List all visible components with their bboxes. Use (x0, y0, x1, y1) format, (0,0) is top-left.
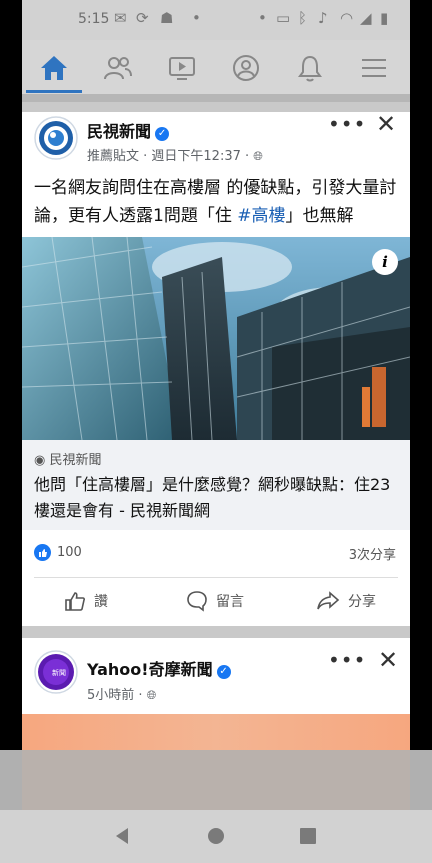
cast-icon: ▭ (276, 9, 291, 27)
divider (22, 94, 410, 102)
source-logo-icon: ◉ (34, 453, 46, 468)
profile-icon (233, 55, 259, 81)
share-count[interactable]: 3次分享 (349, 544, 396, 563)
share-label: 分享 (348, 594, 376, 610)
close-icon[interactable]: ✕ (378, 646, 398, 674)
overlay (22, 750, 410, 810)
link-preview[interactable]: ◉ 民視新聞 他問「住高樓層」是什麼感覺？網秒曝缺點：住23樓還是會有 - 民視… (22, 440, 410, 530)
feed-post: 民視新聞 ✓ 推薦貼文 · 週日下午12:37 · 🌐︎ ••• ✕ 一名網友詢問… (22, 110, 410, 626)
like-count: 100 (57, 545, 82, 560)
menu-icon (362, 59, 386, 77)
bluetooth-icon: ᛒ (298, 9, 308, 27)
back-icon[interactable] (112, 826, 132, 846)
post-image[interactable] (22, 714, 410, 750)
tab-profile[interactable] (220, 48, 272, 88)
feed-post: 新聞 Yahoo!奇摩新聞 ✓ 5小時前 · 🌐︎ ••• ✕ (22, 638, 410, 750)
share-button[interactable]: 分享 (316, 590, 376, 612)
status-time: 5:15 (78, 11, 110, 27)
page-name[interactable]: 民視新聞 ✓ (87, 118, 170, 142)
link-source: ◉ 民視新聞 (34, 449, 102, 468)
like-reaction-icon (34, 544, 51, 561)
system-navigation-bar (0, 810, 432, 863)
mail-icon: ✉ (114, 9, 127, 27)
tab-menu[interactable] (348, 48, 400, 88)
page-name-text: Yahoo!奇摩新聞 (87, 660, 213, 679)
page-avatar[interactable] (34, 116, 78, 160)
dot-icon: • (192, 9, 201, 27)
divider (34, 577, 398, 578)
overlay (410, 750, 432, 810)
comment-button[interactable]: 留言 (186, 590, 244, 612)
globe-icon: 🌐︎ (253, 149, 263, 163)
like-label: 讚 (94, 594, 108, 610)
more-options-icon[interactable]: ••• (328, 112, 366, 136)
wifi-icon: ◠ (340, 9, 354, 27)
bell-icon (298, 55, 322, 82)
active-tab-indicator (26, 90, 82, 93)
link-source-text: 民視新聞 (49, 453, 102, 468)
info-icon[interactable]: i (372, 249, 398, 275)
reaction-count[interactable]: 100 (34, 544, 82, 561)
building-photo (22, 237, 410, 440)
close-icon[interactable]: ✕ (376, 110, 396, 138)
like-button[interactable]: 讚 (64, 590, 108, 612)
post-meta-text: 推薦貼文 · 週日下午12:37 · (87, 149, 250, 164)
feed-gap (22, 626, 410, 638)
comment-label: 留言 (216, 594, 244, 610)
tab-friends[interactable] (92, 48, 144, 88)
video-icon (169, 57, 195, 80)
post-text-end: 」也無解 (285, 206, 354, 226)
sync-icon: ⟳ (136, 9, 149, 27)
post-meta: 5小時前 · 🌐︎ (87, 684, 156, 703)
verified-icon: ✓ (155, 127, 170, 141)
tab-watch[interactable] (156, 48, 208, 88)
thumbs-up-icon (65, 592, 85, 611)
verified-icon: ✓ (216, 665, 231, 679)
android-icon: ☗ (160, 9, 174, 27)
dot-icon: • (258, 9, 267, 27)
link-title: 他問「住高樓層」是什麼感覺？網秒曝缺點：住23樓還是會有 - 民視新聞網 (34, 475, 391, 520)
top-navigation (22, 40, 410, 94)
feed-gap (22, 102, 410, 112)
friends-icon (104, 57, 132, 80)
battery-icon: ▮ (380, 9, 389, 27)
status-bar: 5:15 ✉ ⟳ ☗ • • ▭ ᛒ ♪ ◠ ◢ ▮ (22, 0, 410, 40)
tab-notifications[interactable] (284, 48, 336, 88)
post-image[interactable]: i (22, 237, 410, 440)
signal-icon: ◢ (360, 9, 372, 27)
page-name-text: 民視新聞 (87, 122, 152, 141)
home-button-icon[interactable] (206, 826, 226, 846)
page-name[interactable]: Yahoo!奇摩新聞 ✓ (87, 656, 231, 680)
post-text: 一名網友詢問住在高樓層 的優缺點，引發大量討論，更有人透露1問題「住 #高樓」也… (34, 174, 400, 230)
post-meta: 推薦貼文 · 週日下午12:37 · 🌐︎ (87, 145, 263, 164)
avatar-label: 新聞 (52, 669, 66, 677)
tab-home[interactable] (28, 48, 80, 88)
hashtag-link[interactable]: #高樓 (237, 206, 285, 226)
globe-icon: 🌐︎ (146, 688, 157, 702)
post-meta-text: 5小時前 · (87, 688, 143, 703)
mute-icon: ♪ (318, 9, 328, 27)
share-icon (317, 591, 340, 610)
home-icon (41, 56, 67, 80)
overlay (0, 750, 22, 810)
recent-apps-icon[interactable] (299, 827, 317, 845)
more-options-icon[interactable]: ••• (328, 648, 366, 672)
comment-icon (187, 591, 207, 612)
